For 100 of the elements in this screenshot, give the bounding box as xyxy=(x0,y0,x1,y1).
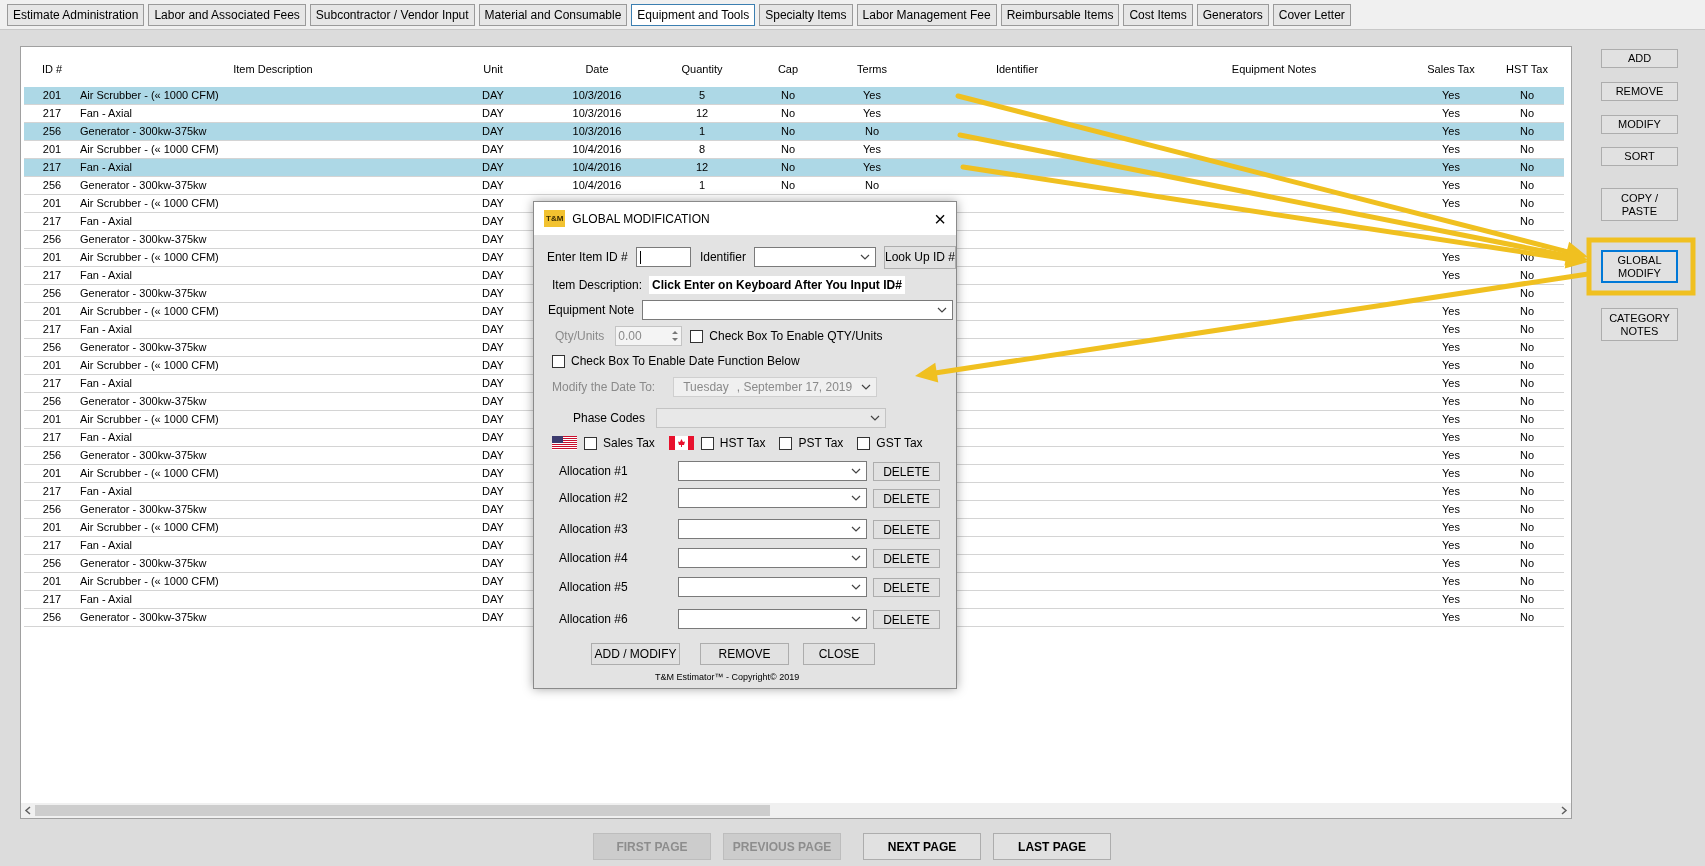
table-cell-text: Yes xyxy=(1442,88,1460,104)
column-header[interactable]: Identifier xyxy=(898,60,1136,78)
table-cell-text: No xyxy=(1519,484,1535,500)
table-cell-text: Air Scrubber - (« 1000 CFM) xyxy=(80,88,219,104)
dropdown-field[interactable] xyxy=(678,609,867,629)
chevron-down-icon xyxy=(859,254,870,260)
table-cell-text: 10/3/2016 xyxy=(572,106,622,122)
column-header[interactable]: Terms xyxy=(846,60,898,78)
side-button[interactable]: ADD xyxy=(1601,49,1678,68)
column-header[interactable]: HST Tax xyxy=(1490,60,1564,78)
table-cell-text: Fan - Axial xyxy=(80,538,132,554)
table-cell-text: Fan - Axial xyxy=(80,106,132,122)
side-button[interactable]: MODIFY xyxy=(1601,115,1678,134)
field-label: Allocation #1 xyxy=(559,463,629,480)
dropdown-field[interactable] xyxy=(753,247,876,267)
chevron-down-icon xyxy=(851,584,861,590)
side-button[interactable]: SORT xyxy=(1601,147,1678,166)
checkbox[interactable] xyxy=(857,436,871,450)
column-header[interactable]: Quantity xyxy=(674,60,730,78)
dropdown-field[interactable] xyxy=(678,577,867,597)
table-cell-text: 201 xyxy=(42,250,62,266)
tab[interactable]: Reimbursable Items xyxy=(1000,3,1120,26)
tab[interactable]: Labor Management Fee xyxy=(856,3,997,26)
table-cell-text: DAY xyxy=(482,574,504,590)
checkbox[interactable] xyxy=(690,329,704,343)
dropdown-field[interactable] xyxy=(642,300,954,320)
table-cell-text: 8 xyxy=(698,142,706,158)
tab[interactable]: Estimate Administration xyxy=(7,3,145,26)
dropdown-field[interactable] xyxy=(678,519,867,539)
column-header[interactable]: Cap xyxy=(730,60,846,78)
tab[interactable]: Specialty Items xyxy=(759,3,853,26)
table-cell-text: DAY xyxy=(482,538,504,554)
table-cell-text: 256 xyxy=(42,124,62,140)
tab[interactable]: Cover Letter xyxy=(1272,3,1351,26)
side-button[interactable]: GLOBAL MODIFY xyxy=(1601,250,1678,283)
table-cell-text: Generator - 300kw-375kw xyxy=(80,448,207,464)
delete-button[interactable]: DELETE xyxy=(873,488,940,508)
dialog-button[interactable]: REMOVE xyxy=(700,643,789,665)
chevron-down-icon xyxy=(937,307,948,313)
table-cell-text: No xyxy=(1519,502,1535,518)
checkbox[interactable] xyxy=(779,436,793,450)
tab[interactable]: Cost Items xyxy=(1123,3,1193,26)
dialog-button[interactable]: CLOSE xyxy=(803,643,875,665)
page-button[interactable]: NEXT PAGE xyxy=(863,833,981,860)
column-header[interactable]: ID # xyxy=(24,60,80,78)
table-cell-text: No xyxy=(780,106,796,122)
table-row[interactable]: 217 Fan - Axial DAY 10/4/2016 12 No Yes Yes No xyxy=(24,159,1564,177)
delete-button[interactable]: DELETE xyxy=(873,609,940,629)
column-header[interactable]: Unit xyxy=(466,60,520,78)
delete-button[interactable]: DELETE xyxy=(873,519,940,539)
field-label: Allocation #5 xyxy=(559,579,629,596)
dropdown-field[interactable] xyxy=(678,488,867,508)
tab[interactable]: Subcontractor / Vendor Input xyxy=(309,3,475,26)
table-cell-text: 10/4/2016 xyxy=(572,142,622,158)
column-header[interactable]: Sales Tax xyxy=(1412,60,1490,78)
side-button[interactable]: REMOVE xyxy=(1601,82,1678,101)
lookup-button[interactable]: Look Up ID # xyxy=(883,245,956,269)
tab[interactable]: Equipment and Tools xyxy=(631,3,756,26)
dropdown-field[interactable] xyxy=(656,408,887,428)
column-header[interactable]: Item Description xyxy=(80,60,466,78)
input-field[interactable] xyxy=(635,247,691,267)
tab[interactable]: Generators xyxy=(1196,3,1269,26)
scrollbar-thumb[interactable] xyxy=(35,805,770,816)
delete-button[interactable]: DELETE xyxy=(873,548,940,568)
delete-button[interactable]: DELETE xyxy=(873,577,940,597)
tab[interactable]: Material and Consumable xyxy=(478,3,628,26)
tab[interactable]: Labor and Associated Fees xyxy=(148,3,306,26)
table-cell-text: Yes xyxy=(1442,358,1460,374)
checkbox[interactable] xyxy=(700,436,714,450)
dropdown-field[interactable] xyxy=(678,548,867,568)
dropdown-field[interactable] xyxy=(678,461,867,481)
column-header[interactable]: Date xyxy=(520,60,674,78)
table-cell-text: Yes xyxy=(1442,106,1460,122)
side-button[interactable]: CATEGORY NOTES xyxy=(1601,308,1678,341)
table-cell-text: 201 xyxy=(42,574,62,590)
table-cell-text: DAY xyxy=(482,214,504,230)
table-cell-text: Air Scrubber - (« 1000 CFM) xyxy=(80,574,219,590)
table-cell-text: Air Scrubber - (« 1000 CFM) xyxy=(80,142,219,158)
page-button[interactable]: LAST PAGE xyxy=(993,833,1111,860)
item-description-value: Click Enter on Keyboard After You Input ID# xyxy=(649,276,905,294)
table-row[interactable]: 256 Generator - 300kw-375kw DAY 10/3/2016 1 No No Yes No xyxy=(24,123,1564,141)
table-cell-text: 12 xyxy=(695,106,709,122)
table-cell-text: 12 xyxy=(695,160,709,176)
close-button[interactable]: × xyxy=(934,208,946,229)
table-cell-text: DAY xyxy=(482,412,504,428)
side-button[interactable]: COPY / PASTE xyxy=(1601,188,1678,221)
checkbox[interactable] xyxy=(552,354,565,368)
table-cell-text: No xyxy=(1519,538,1535,554)
field-label: Enter Item ID # xyxy=(547,249,628,266)
table-cell-text: No xyxy=(780,142,796,158)
table-row[interactable]: 201 Air Scrubber - (« 1000 CFM) DAY 10/3/2016 5 No Yes Yes No xyxy=(24,87,1564,105)
table-cell-text: No xyxy=(1519,358,1535,374)
column-header[interactable]: Equipment Notes xyxy=(1136,60,1412,78)
delete-button[interactable]: DELETE xyxy=(873,461,940,481)
dialog-button[interactable]: ADD / MODIFY xyxy=(591,643,680,665)
checkbox[interactable] xyxy=(584,436,597,450)
table-cell-text: No xyxy=(1519,610,1535,626)
table-cell-text: DAY xyxy=(482,610,504,626)
horizontal-scrollbar[interactable] xyxy=(21,803,1571,818)
table-cell-text: No xyxy=(1519,106,1535,122)
